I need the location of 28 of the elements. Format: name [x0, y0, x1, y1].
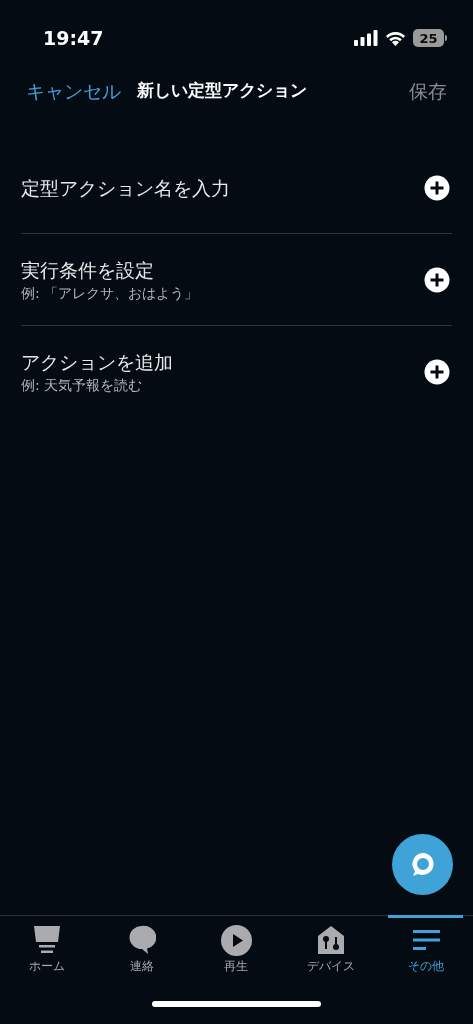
row-subtitle: 例: 天気予報を読む	[21, 376, 144, 395]
house-icon	[318, 926, 345, 954]
menu-icon	[410, 928, 441, 952]
add-icon[interactable]	[424, 359, 450, 385]
row-title: 定型アクション名を入力	[21, 175, 230, 201]
voice-assistant-button[interactable]	[392, 834, 453, 895]
tab[interactable]: その他	[378, 916, 473, 1001]
row-title: アクションを追加	[21, 350, 173, 375]
battery-icon: 25	[413, 29, 444, 47]
speech-bubble-icon	[127, 925, 156, 955]
status-time: 19:47	[43, 25, 104, 51]
list-row[interactable]: アクションを追加 例: 天気予報を読む	[21, 326, 452, 418]
cancel-button[interactable]: キャンセル	[26, 76, 121, 106]
row-title: 実行条件を設定	[21, 257, 155, 283]
screen-title: 新しい定型アクション	[137, 79, 307, 103]
list-row[interactable]: 実行条件を設定 例: 「アレクサ、おはよう」	[21, 234, 452, 326]
add-icon[interactable]	[424, 266, 450, 293]
add-icon[interactable]	[424, 174, 450, 201]
tab[interactable]: ホーム	[0, 916, 95, 1001]
play-icon	[221, 924, 252, 956]
signal-icon	[354, 30, 378, 46]
row-subtitle: 例: 「アレクサ、おはよう」	[21, 283, 199, 303]
speaker-icon	[32, 925, 63, 955]
tab[interactable]: 再生	[189, 916, 284, 1001]
wifi-icon	[385, 30, 406, 46]
tab[interactable]: デバイス	[283, 916, 379, 1001]
list-row[interactable]: 定型アクション名を入力	[21, 142, 452, 234]
tab[interactable]: 連絡	[94, 916, 190, 1001]
